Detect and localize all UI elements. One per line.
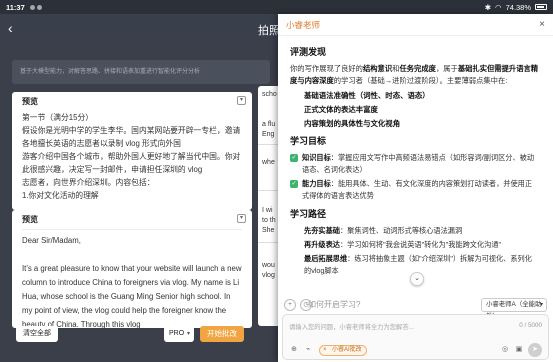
knowledge-goal: ✓ 知识目标：掌握应用文写作中高频语法易错点（如形容词/副词区分、被动语态、名词化… (290, 153, 535, 174)
card-title: 预览 (22, 97, 38, 106)
check-icon: ✓ (290, 154, 298, 162)
new-chat-icon[interactable]: + (284, 299, 296, 311)
info-banner: 基于大模型能力，对解答思路、拼接和语表加重进行智能化评分分析 (12, 60, 270, 84)
weak-point: 正式文体的表达丰富度 (304, 105, 378, 114)
start-grading-button[interactable]: 开始批改 (200, 326, 244, 342)
ability-goal: ✓ 能力目标：能用具体、生动、有文化深度的内容策划打动读者，并使用正式得体的语言表… (290, 179, 533, 200)
essay-workspace: 基于大模型能力，对解答思路、拼接和语表加重进行智能化评分分析 预览 ▾ 第一节（… (0, 44, 276, 362)
weak-point: 内容策划的具体性与文化视角 (304, 119, 401, 128)
card-header: 预览 ▾ (12, 92, 252, 107)
divider (258, 144, 280, 145)
ai-grading-tag[interactable]: × 小睿AI批改 (319, 345, 367, 356)
status-bar: 11:37 ✱ ◠ 74.38% (0, 0, 553, 14)
close-icon[interactable]: × (539, 19, 545, 30)
microphone-icon[interactable]: ◎ (500, 345, 510, 355)
assistant-panel: 小睿老师 × 评测发现 你的写作展现了良好的结构意识和任务完成度，属于基础扎实但… (278, 14, 553, 362)
suggestion-heading: 建议 正式 (258, 294, 274, 314)
feedback-snippet: I wi to th She (262, 207, 276, 234)
chat-input[interactable]: 请输入您的问题，小睿老师将全力为您解答... 0 / 5000 ⊕ ⌁ × 小睿A… (282, 314, 549, 360)
notification-icons (29, 4, 42, 10)
path-step: 再升级表达：学习如何将"我会说英语"转化为"我能跨文化沟通" (304, 240, 502, 249)
feedback-snippet: whe (262, 159, 275, 166)
panel-header: 小睿老师 × (278, 14, 553, 36)
back-arrow-icon[interactable]: ‹ (8, 20, 13, 36)
prompt-text: 第一节（满分15分） 假设你是光明中学的学生李华。国内某网站要开辟一专栏，邀请各… (22, 113, 241, 200)
chat-toolbar: + ◷ 如何开启学习? 小睿老师A（全能助教） ▾ (278, 296, 553, 320)
char-count: 0 / 5000 (519, 322, 542, 329)
feedback-snippet: scho a flu Eng (262, 91, 277, 138)
send-icon[interactable]: ➤ (528, 343, 542, 357)
battery-icon (535, 4, 547, 10)
section-title-goals: 学习目标 (290, 136, 327, 146)
bluetooth-icon: ✱ (484, 2, 492, 12)
essay-text: Dear Sir/Madam, It's a great pleasure to… (22, 236, 242, 328)
model-select[interactable]: 小睿老师A（全能助教） ▾ (481, 298, 547, 320)
mode-select[interactable]: PRO ▾ (164, 326, 194, 342)
feedback-column: scho a flu Eng whe I wi to th She wou vl… (258, 86, 280, 326)
assistant-message: 评测发现 你的写作展现了良好的结构意识和任务完成度，属于基础扎实但需提升语言精度… (278, 36, 553, 294)
remove-tag-icon[interactable]: × (323, 346, 327, 355)
panel-title: 小睿老师 (286, 19, 321, 30)
section-title-path: 学习路径 (290, 209, 327, 219)
app-title: 拍照 (258, 25, 280, 37)
camera-icon[interactable]: ▣ (514, 345, 524, 355)
chevron-down-icon: ▾ (186, 331, 190, 337)
path-step: 先夯实基础：聚焦词性、动词形式等核心语法漏洞 (304, 226, 463, 235)
mode-value: PRO (169, 330, 185, 337)
expand-icon[interactable]: ▾ (237, 96, 246, 105)
card-header: 预览 ▾ (12, 210, 252, 225)
clear-all-button[interactable]: 清空全部 (16, 326, 58, 342)
wifi-icon: ◠ (495, 2, 502, 12)
expand-icon[interactable]: ▾ (237, 214, 246, 223)
divider (258, 190, 280, 191)
battery-percent: 74.38% (505, 2, 531, 12)
input-placeholder: 请输入您的问题，小睿老师将全力为您解答... (289, 324, 414, 331)
prompt-preview-card: 预览 ▾ 第一节（满分15分） 假设你是光明中学的学生李华。国内某网站要开辟一专… (12, 92, 252, 210)
section-title-evaluation: 评测发现 (290, 47, 327, 57)
divider (258, 242, 280, 243)
feedback-snippet: wou vlog (262, 262, 275, 279)
status-time: 11:37 (6, 2, 25, 12)
attach-icon[interactable]: ⌁ (303, 345, 313, 355)
check-icon: ✓ (290, 180, 298, 188)
evaluation-summary: 你的写作展现了良好的结构意识和任务完成度，属于基础扎实但需提升语言精度与内容深度… (290, 64, 539, 85)
suggested-question[interactable]: 如何开启学习? (308, 299, 360, 310)
essay-preview-card: 预览 ▾ Dear Sir/Madam, It's a great pleasu… (12, 210, 252, 328)
weak-point: 基础语法准确性（词性、时态、语态） (304, 91, 430, 100)
chevron-down-icon: ▾ (539, 302, 543, 308)
scroll-down-button[interactable]: ⌄ (410, 272, 424, 286)
card-title: 预览 (22, 215, 38, 224)
globe-icon[interactable]: ⊕ (289, 345, 299, 355)
